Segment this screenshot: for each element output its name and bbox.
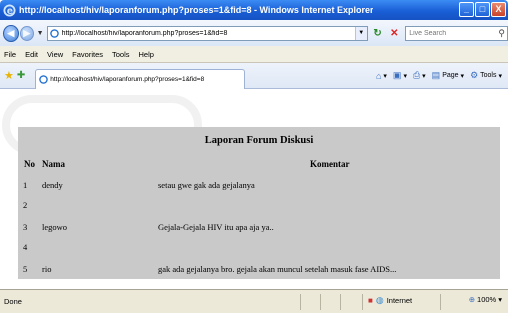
tools-menu-label: Tools — [480, 72, 497, 79]
page-icon — [49, 28, 59, 38]
table-row: 3 legowo Gejala-Gejala HIV itu apa aja y… — [18, 222, 500, 240]
back-button[interactable]: ◀ — [3, 24, 19, 42]
forward-button[interactable]: ▶ — [19, 25, 34, 41]
address-toolbar: ◀ ▶ ▼ ▼ ↻ ✕ ⚲ — [0, 20, 508, 46]
window-controls: _ □ X — [459, 2, 506, 17]
page-menu-label: Page — [442, 72, 459, 79]
page-icon — [39, 74, 49, 84]
tools-menu-button[interactable]: ⚙ Tools ▾ — [470, 70, 502, 81]
cell-nama: dendy — [42, 180, 63, 190]
address-dropdown-icon[interactable]: ▼ — [354, 26, 367, 40]
menu-edit[interactable]: Edit — [25, 50, 38, 59]
cell-komentar: Gejala-Gejala HIV itu apa aja ya.. — [158, 222, 274, 232]
report-title: Laporan Forum Diskusi — [204, 135, 314, 146]
zoom-control[interactable]: ⊕ 100% ▾ — [469, 295, 502, 304]
recent-pages-dropdown[interactable]: ▼ — [37, 30, 44, 37]
back-arrow-icon: ◀ — [7, 27, 15, 38]
menu-tools[interactable]: Tools — [112, 50, 130, 59]
favorites-star-icon[interactable]: ★ — [4, 69, 14, 82]
tab-label: http://localhost/hiv/laporanforum.php?pr… — [50, 75, 205, 83]
cell-nama: rio — [42, 264, 52, 274]
add-favorites-icon[interactable]: ✚ — [17, 70, 25, 81]
title-bar[interactable]: e http://localhost/hiv/laporanforum.php?… — [0, 0, 508, 20]
status-text: Done — [4, 297, 22, 306]
cell-no: 1 — [23, 180, 28, 190]
home-button[interactable]: ⌂ ▾ — [376, 71, 387, 81]
status-bar: Done ■ ◍ Internet ⊕ 100% ▾ — [0, 289, 508, 313]
header-no: No — [24, 159, 35, 169]
zoom-icon: ⊕ — [468, 295, 476, 304]
report-table: Laporan Forum Diskusi No Nama Komentar 1… — [18, 127, 500, 279]
svg-text:e: e — [7, 5, 13, 16]
menu-bar: File Edit View Favorites Tools Help — [0, 46, 508, 63]
search-icon[interactable]: ⚲ — [498, 28, 505, 39]
cell-no: 2 — [23, 200, 28, 210]
zone-label: Internet — [386, 296, 413, 305]
refresh-button[interactable]: ↻ — [371, 26, 385, 41]
chevron-down-icon: ▾ — [498, 295, 502, 304]
search-box[interactable]: ⚲ — [405, 25, 508, 41]
maximize-button[interactable]: □ — [475, 2, 490, 17]
status-divider — [362, 294, 363, 310]
minimize-button[interactable]: _ — [459, 2, 474, 17]
cell-no: 4 — [23, 242, 28, 252]
menu-view[interactable]: View — [47, 50, 63, 59]
search-input[interactable] — [406, 29, 497, 37]
cell-no: 5 — [23, 264, 28, 274]
page-menu-button[interactable]: ▤ Page ▾ — [432, 70, 464, 81]
print-icon: ⎙ — [412, 70, 421, 80]
menu-help[interactable]: Help — [139, 50, 154, 59]
browser-tab[interactable]: http://localhost/hiv/laporanforum.php?pr… — [35, 68, 246, 89]
cell-komentar: setau gwe gak ada gejalanya — [158, 180, 255, 190]
status-divider — [320, 294, 321, 310]
status-divider — [340, 294, 341, 310]
table-row: 5 rio gak ada gejalanya bro. gejala akan… — [18, 264, 500, 282]
page-content: Laporan Forum Diskusi No Nama Komentar 1… — [0, 89, 508, 289]
globe-icon: ◍ — [375, 295, 384, 305]
page-icon: ▤ — [431, 70, 441, 80]
table-row: 2 — [18, 200, 500, 218]
zoom-level: 100% — [477, 295, 497, 304]
stop-button[interactable]: ✕ — [387, 26, 401, 41]
window-title: http://localhost/hiv/laporanforum.php?pr… — [19, 5, 374, 15]
cell-nama: legowo — [42, 222, 68, 232]
feeds-icon: ▣ — [392, 70, 402, 80]
header-nama: Nama — [42, 159, 65, 169]
cell-no: 3 — [23, 222, 28, 232]
forward-arrow-icon: ▶ — [23, 27, 31, 38]
close-button[interactable]: X — [491, 2, 506, 17]
table-row: 1 dendy setau gwe gak ada gejalanya — [18, 180, 500, 198]
feeds-button[interactable]: ▣ ▾ — [393, 70, 407, 81]
header-komentar: Komentar — [310, 159, 350, 169]
command-bar: ★ ✚ http://localhost/hiv/laporanforum.ph… — [0, 63, 508, 89]
table-row: 4 — [18, 242, 500, 260]
status-divider — [300, 294, 301, 310]
home-icon: ⌂ — [375, 70, 382, 81]
stop-icon: ✕ — [390, 27, 399, 39]
lock-icon: ■ — [368, 296, 373, 305]
status-divider — [440, 294, 441, 310]
address-bar[interactable]: ▼ — [46, 25, 368, 41]
menu-file[interactable]: File — [4, 50, 16, 59]
address-input[interactable] — [61, 29, 362, 37]
print-button[interactable]: ⎙ ▾ — [413, 70, 426, 81]
command-buttons: ⌂ ▾ ▣ ▾ ⎙ ▾ ▤ Page ▾ ⚙ Tools ▾ — [376, 70, 502, 81]
security-zone[interactable]: ■ ◍ Internet — [368, 295, 412, 306]
menu-favorites[interactable]: Favorites — [72, 50, 103, 59]
cell-komentar: gak ada gejalanya bro. gejala akan muncu… — [158, 264, 397, 274]
tools-icon: ⚙ — [470, 70, 479, 80]
ie-icon: e — [3, 3, 16, 16]
refresh-icon: ↻ — [373, 27, 382, 39]
